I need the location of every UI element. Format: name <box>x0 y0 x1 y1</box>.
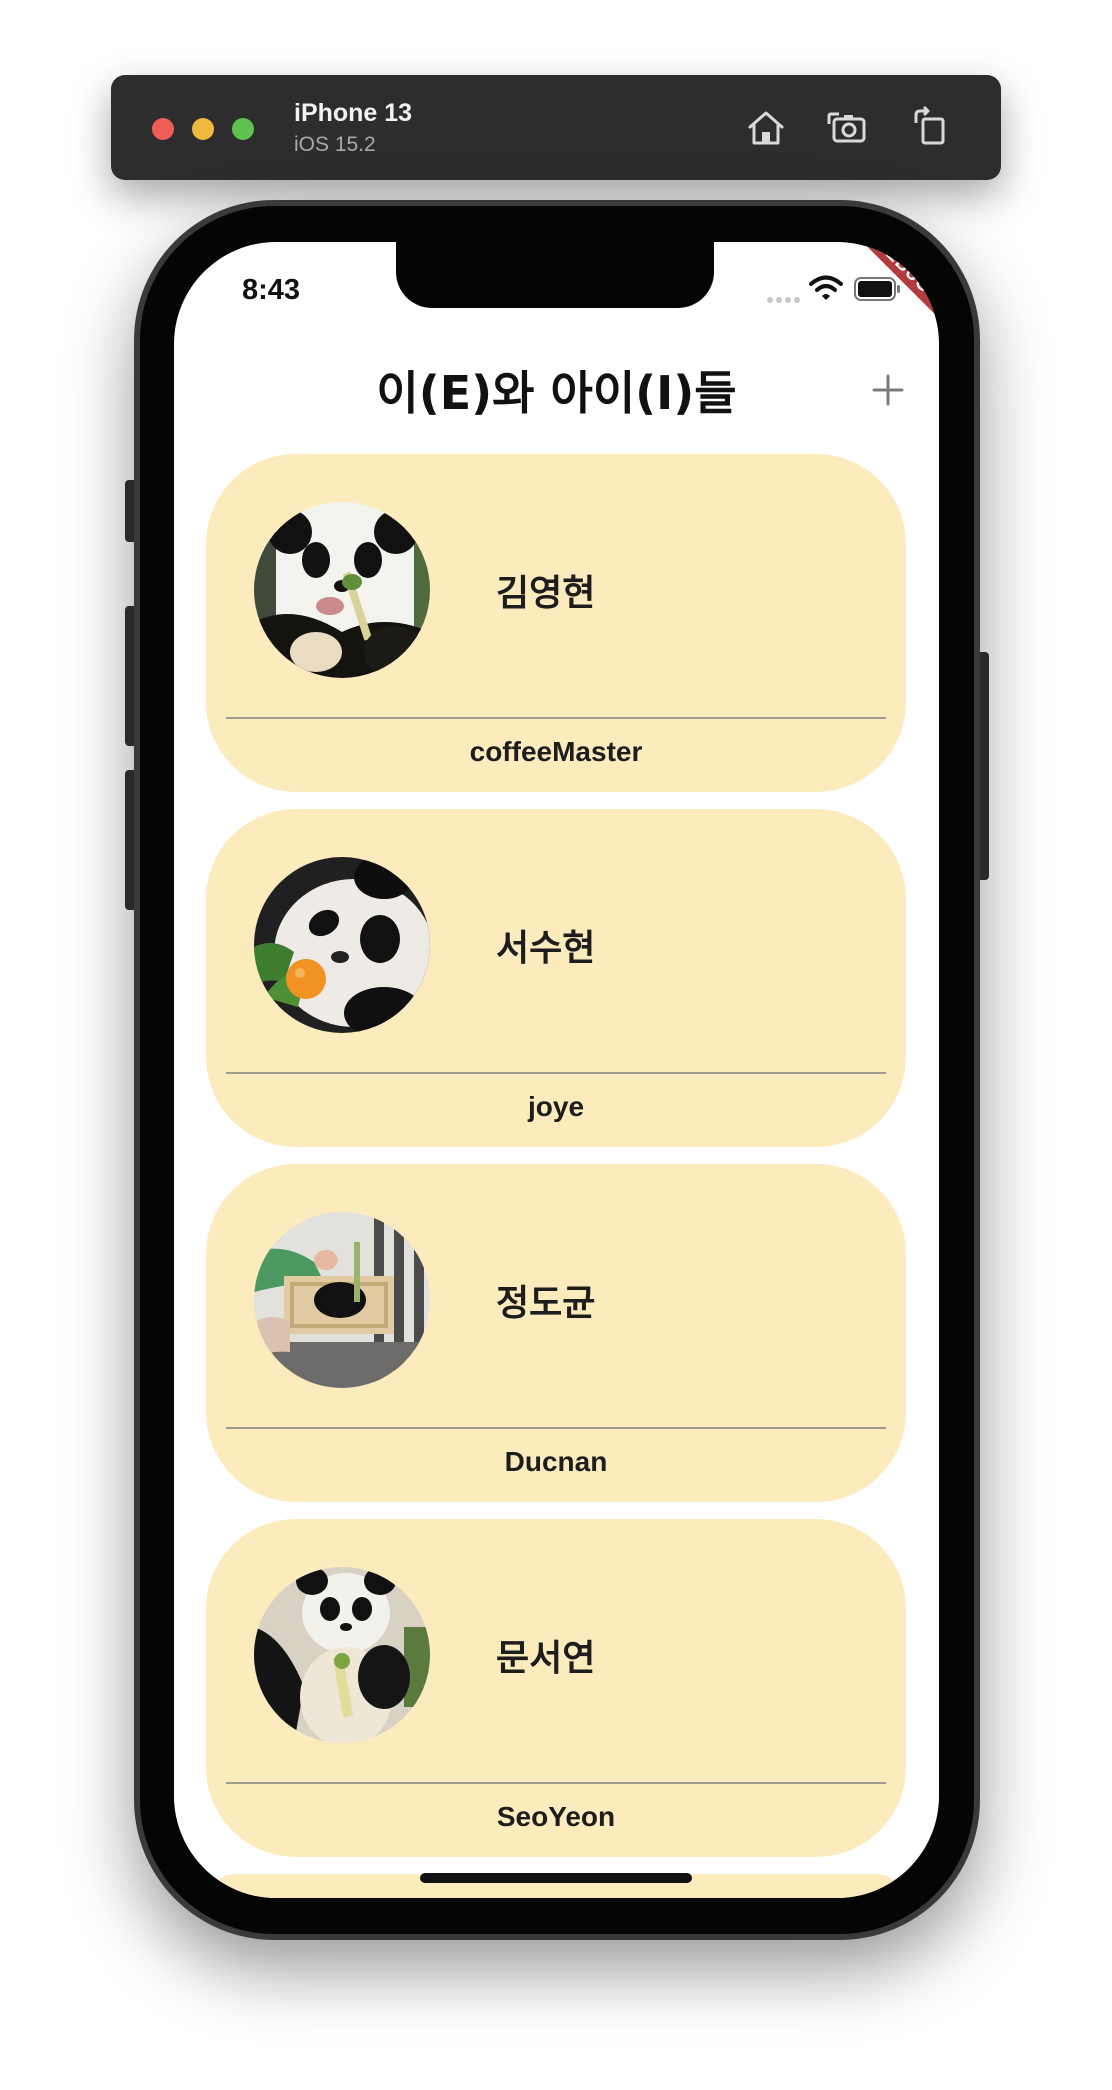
volume-up-button <box>125 606 134 746</box>
home-indicator[interactable] <box>420 1873 692 1883</box>
device-name: iPhone 13 <box>294 99 413 127</box>
member-nickname: Ducnan <box>504 1446 608 1477</box>
card-divider <box>226 717 886 719</box>
device-os-version: iOS 15.2 <box>294 133 376 156</box>
member-card[interactable]: 정도균 Ducnan <box>206 1164 906 1502</box>
panda-eating-bamboo-avatar <box>254 502 430 678</box>
simulator-window: iPhone 13 iOS 15.2 8:43 DEBUG 이(E)와 아이(I… <box>0 0 1112 2090</box>
member-name: 서수현 <box>496 928 596 969</box>
mute-switch <box>125 480 134 542</box>
member-avatar <box>254 502 430 678</box>
plus-icon <box>872 374 904 406</box>
card-divider <box>226 1072 886 1074</box>
home-icon <box>748 111 784 145</box>
member-nickname: coffeeMaster <box>469 736 643 767</box>
volume-down-button <box>125 770 134 910</box>
screenshot-button[interactable] <box>825 105 871 151</box>
member-nickname: SeoYeon <box>496 1801 616 1832</box>
panda-sitting-avatar <box>254 1567 430 1743</box>
card-divider <box>226 1427 886 1429</box>
zoom-window-button[interactable] <box>232 118 254 140</box>
rotate-button[interactable] <box>907 105 953 151</box>
close-window-button[interactable] <box>152 118 174 140</box>
panda-with-orange-avatar <box>254 857 430 1033</box>
power-button <box>980 652 989 880</box>
simulator-title-bar: iPhone 13 iOS 15.2 <box>111 75 1001 180</box>
member-nickname: joye <box>527 1091 585 1122</box>
rotate-icon <box>914 105 945 145</box>
page-title: 이(E)와 아이(I)들 <box>376 366 737 420</box>
card-divider <box>226 1782 886 1784</box>
status-time: 8:43 <box>242 274 301 306</box>
home-button[interactable] <box>743 105 789 151</box>
member-card[interactable]: 서수현 joye <box>206 809 906 1147</box>
panda-feeder-box-avatar <box>254 1212 430 1388</box>
add-member-button[interactable] <box>870 372 906 408</box>
wifi-icon <box>809 275 843 300</box>
minimize-window-button[interactable] <box>192 118 214 140</box>
member-name: 정도균 <box>496 1283 596 1324</box>
member-card[interactable]: 김영현 coffeeMaster <box>206 454 906 792</box>
camera-icon <box>827 112 866 143</box>
member-list: 김영현 coffeeMaster 서수현 joye 정도균 Ducnan 문서연… <box>206 454 906 1898</box>
member-card[interactable]: 문서연 SeoYeon <box>206 1519 906 1857</box>
phone-screen: 8:43 DEBUG 이(E)와 아이(I)들 김영현 coffeeMaster… <box>174 242 939 1898</box>
battery-icon <box>854 277 900 301</box>
member-avatar <box>254 1567 430 1743</box>
member-avatar <box>254 857 430 1033</box>
notch <box>396 242 714 308</box>
cellular-signal-icon <box>767 297 800 303</box>
member-name: 문서연 <box>496 1638 596 1679</box>
member-name: 김영현 <box>496 573 596 614</box>
member-avatar <box>254 1212 430 1388</box>
